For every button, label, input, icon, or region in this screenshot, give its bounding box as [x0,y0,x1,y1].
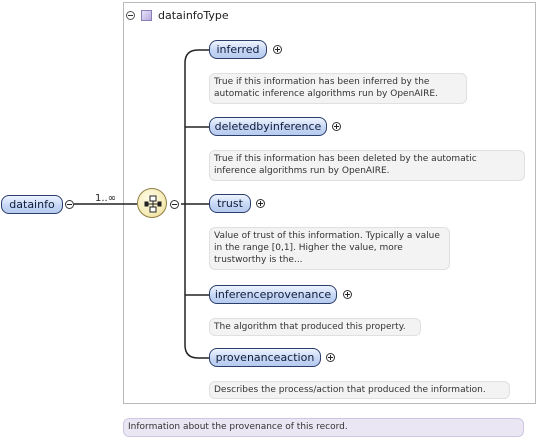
branch-trunk-line [184,63,209,359]
sequence-compositor-icon[interactable] [137,188,167,218]
description-text-trust: Value of trust of this information. Typi… [214,231,440,265]
connector-lines [74,49,209,359]
branch-line-inferred [184,49,209,64]
expand-inferenceprovenance-button[interactable] [343,290,352,299]
element-label-inferred: inferred [216,43,260,56]
description-deletedbyinference: True if this information has been delete… [209,150,525,181]
element-label-provenanceaction: provenanceaction [215,351,315,364]
expand-provenanceaction-button[interactable] [326,353,335,362]
root-element-label: datainfo [9,198,55,211]
element-label-trust: trust [217,197,243,210]
cardinality-label: 1..∞ [95,193,117,204]
description-text-provenanceaction: Describes the process/action that produc… [214,385,486,395]
element-node-provenanceaction[interactable]: provenanceaction [209,348,321,367]
element-label-deletedbyinference: deletedbyinference [214,120,322,133]
root-description: Information about the provenance of this… [123,418,524,437]
description-inferenceprovenance: The algorithm that produced this propert… [209,318,421,336]
expand-deletedbyinference-button[interactable] [332,122,341,131]
expand-inferred-button[interactable] [273,45,282,54]
element-node-inferred[interactable]: inferred [209,40,267,59]
collapse-root-button[interactable] [65,200,74,209]
description-text-deletedbyinference: True if this information has been delete… [214,154,477,176]
collapse-sequence-button[interactable] [170,200,179,209]
element-node-trust[interactable]: trust [209,194,251,213]
root-description-text: Information about the provenance of this… [128,422,348,432]
element-node-inferenceprovenance[interactable]: inferenceprovenance [209,285,337,304]
element-node-deletedbyinference[interactable]: deletedbyinference [209,117,327,136]
root-element-node[interactable]: datainfo [1,195,63,214]
description-text-inferenceprovenance: The algorithm that produced this propert… [214,322,406,332]
element-label-inferenceprovenance: inferenceprovenance [214,288,332,301]
expand-trust-button[interactable] [256,199,265,208]
description-inferred: True if this information has been inferr… [209,73,467,104]
description-text-inferred: True if this information has been inferr… [214,77,438,99]
sequence-glyph-icon [144,195,162,213]
description-provenanceaction: Describes the process/action that produc… [209,381,510,399]
description-trust: Value of trust of this information. Typi… [209,227,450,270]
